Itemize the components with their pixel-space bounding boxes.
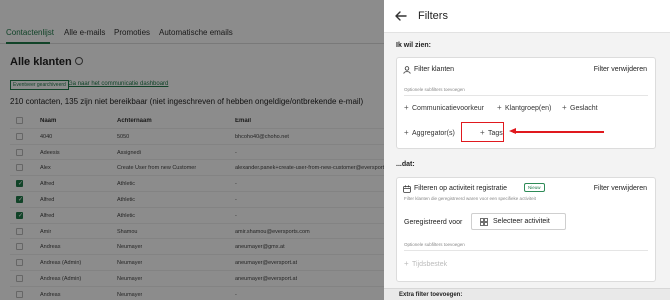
add-geslacht-button[interactable]: + Geslacht <box>562 103 598 112</box>
optional-subfilters-label-2: Optionele subfilters toevoegen <box>404 242 465 247</box>
selecteer-activiteit-label: Selecteer activiteit <box>493 218 550 225</box>
annotation-arrow-line <box>513 131 604 133</box>
subfilter-label: Aggregator(s) <box>412 130 455 137</box>
add-klantgroep-button[interactable]: + Klantgroep(en) <box>497 103 551 112</box>
filter-klanten-card: Filter klanten Filter verwijderen Option… <box>396 57 656 149</box>
divider-2 <box>404 250 648 251</box>
plus-icon: + <box>562 103 567 112</box>
subfilter-label: Communicatievoorkeur <box>412 105 484 112</box>
plus-icon: + <box>404 259 409 268</box>
panel-title: Filters <box>418 10 448 22</box>
arrow-left-icon[interactable] <box>394 9 408 23</box>
geregistreerd-voor-label: Geregistreerd voor <box>404 219 463 226</box>
calendar-icon <box>403 185 411 193</box>
plus-icon: + <box>404 103 409 112</box>
grid-icon <box>480 218 488 226</box>
modal-overlay[interactable] <box>0 0 384 300</box>
add-aggregator-button[interactable]: + Aggregator(s) <box>404 128 455 137</box>
selecteer-activiteit-button[interactable]: Selecteer activiteit <box>471 213 566 230</box>
subfilter-label: Klantgroep(en) <box>505 105 552 112</box>
divider-1 <box>404 95 648 96</box>
new-badge: Nieuw <box>524 183 545 192</box>
panel-header: Filters <box>384 0 670 33</box>
subfilter-label: Geslacht <box>570 105 598 112</box>
section-label-dat: ...dat: <box>396 161 415 168</box>
add-tijdsbestek-button[interactable]: + Tijdsbestek <box>404 259 447 268</box>
activiteit-description: Filter klanten die geregistreerd waren v… <box>404 196 536 201</box>
filter-klanten-title: Filter klanten <box>414 66 455 73</box>
extra-filter-section: Extra filter toevoegen: <box>384 288 670 300</box>
plus-icon: + <box>497 103 502 112</box>
annotation-arrow-head <box>509 128 516 134</box>
optional-subfilters-label-1: Optionele subfilters toevoegen <box>404 87 465 92</box>
activiteit-registratie-title: Filteren op activiteit registratie <box>414 185 507 192</box>
add-communicatievoorkeur-button[interactable]: + Communicatievoorkeur <box>404 103 484 112</box>
filter-verwijderen-link-1[interactable]: Filter verwijderen <box>594 66 647 73</box>
activiteit-registratie-card: Filteren op activiteit registratie Nieuw… <box>396 177 656 282</box>
extra-filter-label: Extra filter toevoegen: <box>399 292 463 298</box>
subfilter-label: Tijdsbestek <box>412 261 448 268</box>
tags-highlight-box <box>461 122 504 142</box>
person-icon <box>403 66 411 74</box>
section-label-ik-wil-zien: Ik wil zien: <box>396 42 432 49</box>
filter-verwijderen-link-2[interactable]: Filter verwijderen <box>594 185 647 192</box>
filters-panel: Filters Ik wil zien: Filter klanten Filt… <box>384 0 670 300</box>
plus-icon: + <box>404 128 409 137</box>
panel-body: Ik wil zien: Filter klanten Filter verwi… <box>384 33 670 300</box>
background-app: Contactenlijst Alle e-mails Promoties Au… <box>0 0 384 300</box>
